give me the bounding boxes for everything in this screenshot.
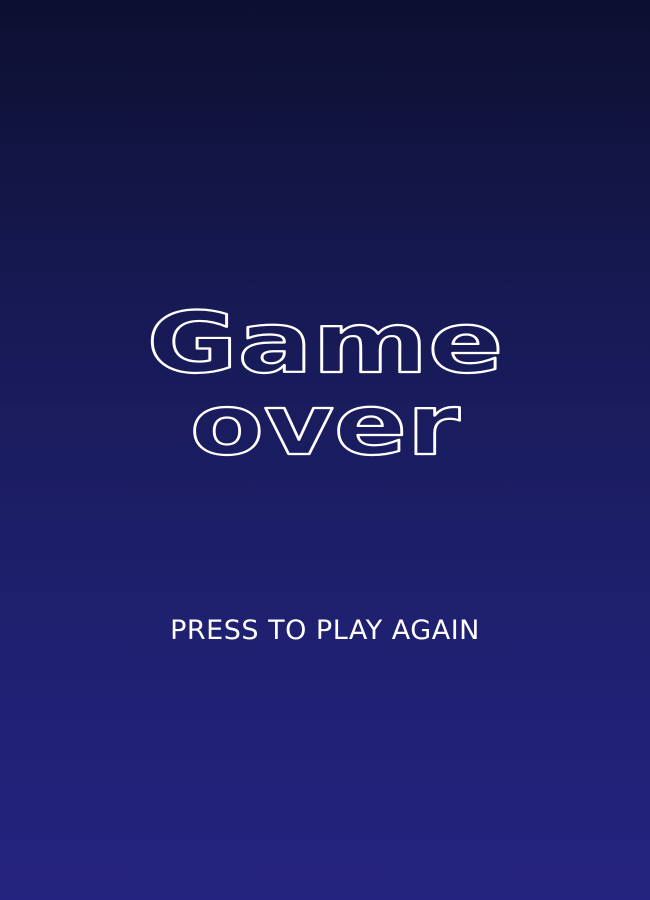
game-over-logo: Game over (0, 290, 650, 480)
game-over-screen[interactable]: Game over PRESS TO PLAY AGAIN (0, 0, 650, 900)
play-again-button[interactable]: PRESS TO PLAY AGAIN (0, 608, 650, 652)
title-line-over: over (190, 376, 460, 474)
game-over-logo-svg: Game over (145, 294, 504, 475)
